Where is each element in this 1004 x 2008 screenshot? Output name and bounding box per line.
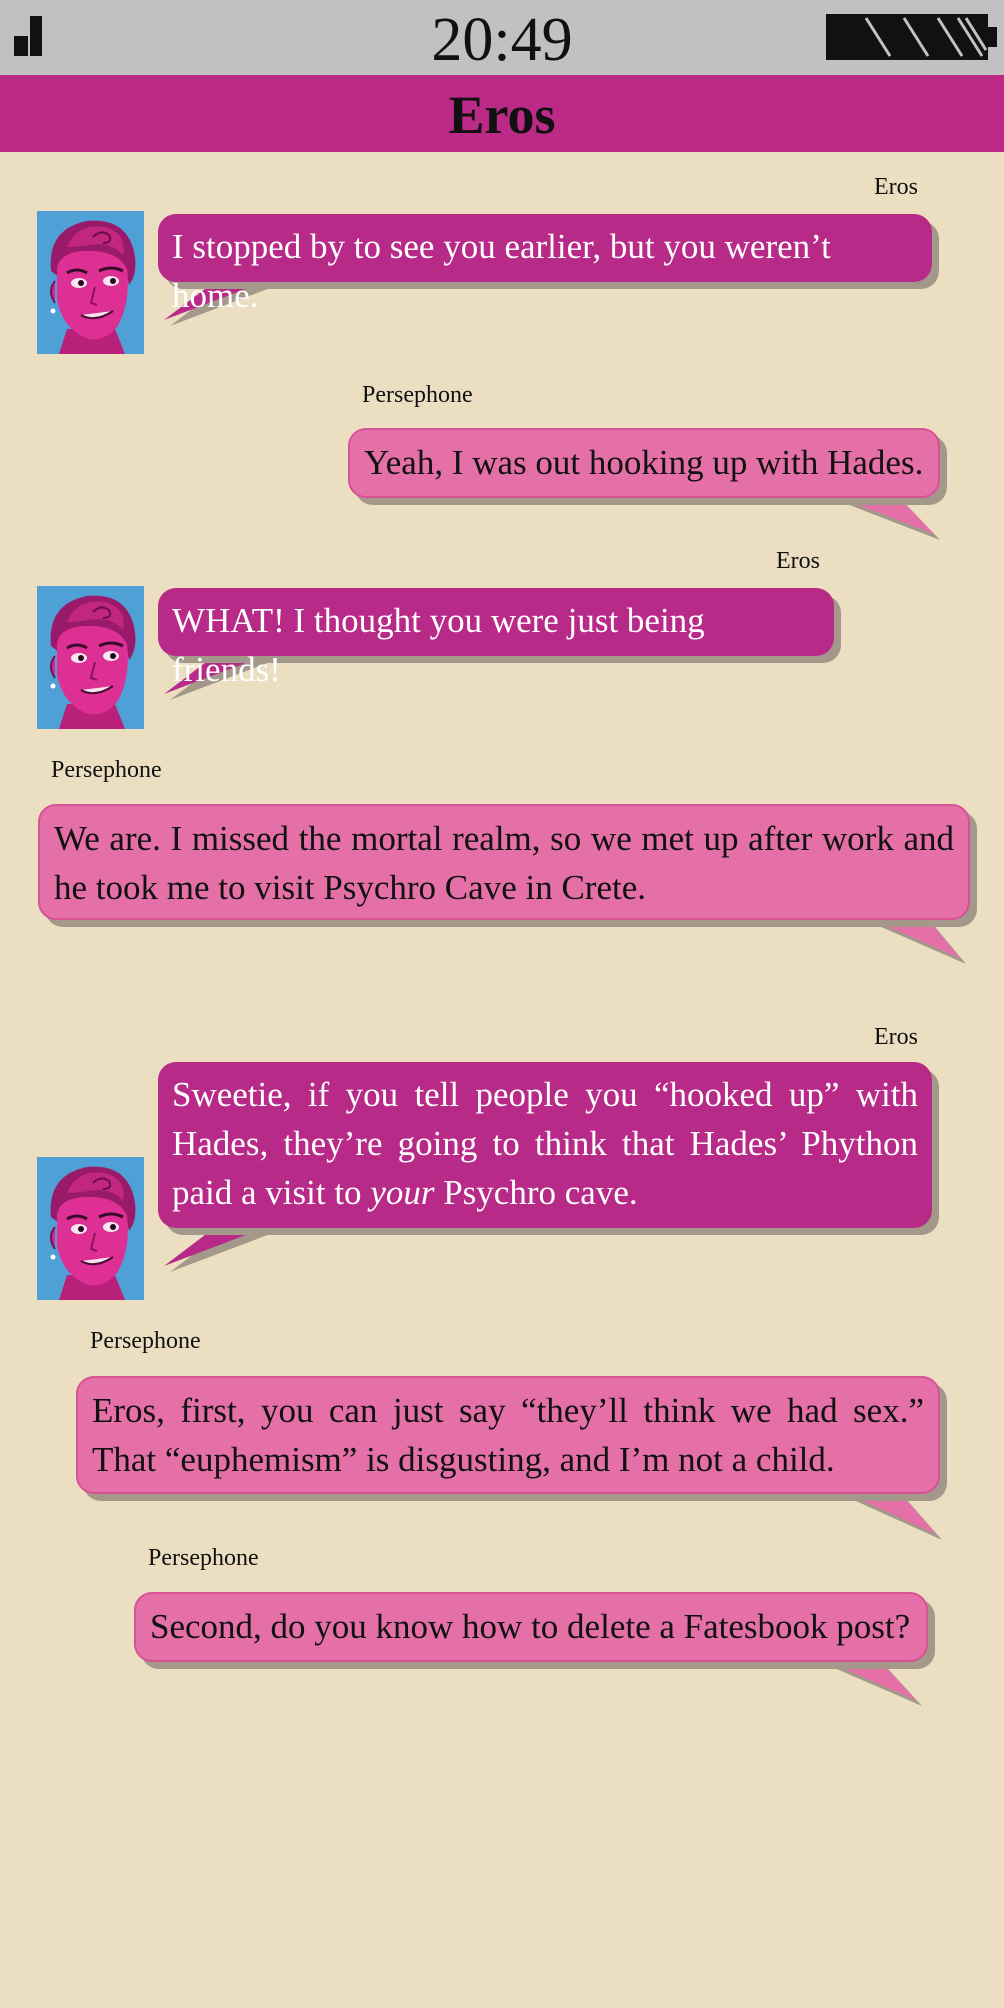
sender-label: Eros — [874, 174, 918, 200]
sender-label: Eros — [874, 1024, 918, 1050]
message-text: WHAT! I thought you were just being frie… — [172, 601, 705, 689]
sender-label: Persephone — [51, 757, 162, 783]
message-bubble[interactable]: We are. I missed the mortal realm, so we… — [38, 804, 970, 920]
message-bubble[interactable]: Second, do you know how to delete a Fate… — [134, 1592, 928, 1662]
sender-label: Persephone — [148, 1545, 259, 1571]
message-bubble[interactable]: Yeah, I was out hooking up with Hades. — [348, 428, 940, 498]
message-text: Yeah, I was out hooking up with Hades. — [364, 443, 924, 482]
message-text: Psychro cave. — [434, 1173, 638, 1212]
contact-name: Eros — [448, 85, 556, 145]
sender-label: Persephone — [362, 382, 473, 408]
sender-label: Eros — [776, 548, 820, 574]
battery-icon — [826, 14, 997, 60]
message-text: We are. I missed the mortal realm, so we… — [54, 819, 954, 907]
chat-header: Eros — [0, 75, 1004, 152]
eros-avatar — [37, 1157, 144, 1300]
message-text: Eros, first, you can just say “they’ll t… — [92, 1391, 924, 1479]
message-emphasis: your — [370, 1173, 435, 1212]
sender-label: Persephone — [90, 1328, 201, 1354]
message-bubble[interactable]: I stopped by to see you earlier, but you… — [158, 214, 932, 315]
bubble-tail — [164, 1222, 286, 1272]
bubble-tail — [810, 1654, 922, 1706]
message-text: Second, do you know how to delete a Fate… — [150, 1607, 911, 1646]
eros-avatar — [37, 586, 144, 729]
message-bubble[interactable]: WHAT! I thought you were just being frie… — [158, 588, 834, 689]
status-bar: 20:49 — [0, 0, 1004, 75]
eros-avatar — [37, 211, 144, 354]
bubble-tail — [830, 1486, 942, 1540]
message-bubble[interactable]: Eros, first, you can just say “they’ll t… — [76, 1376, 940, 1494]
message-bubble[interactable]: Sweetie, if you tell people you “hooked … — [158, 1062, 932, 1228]
